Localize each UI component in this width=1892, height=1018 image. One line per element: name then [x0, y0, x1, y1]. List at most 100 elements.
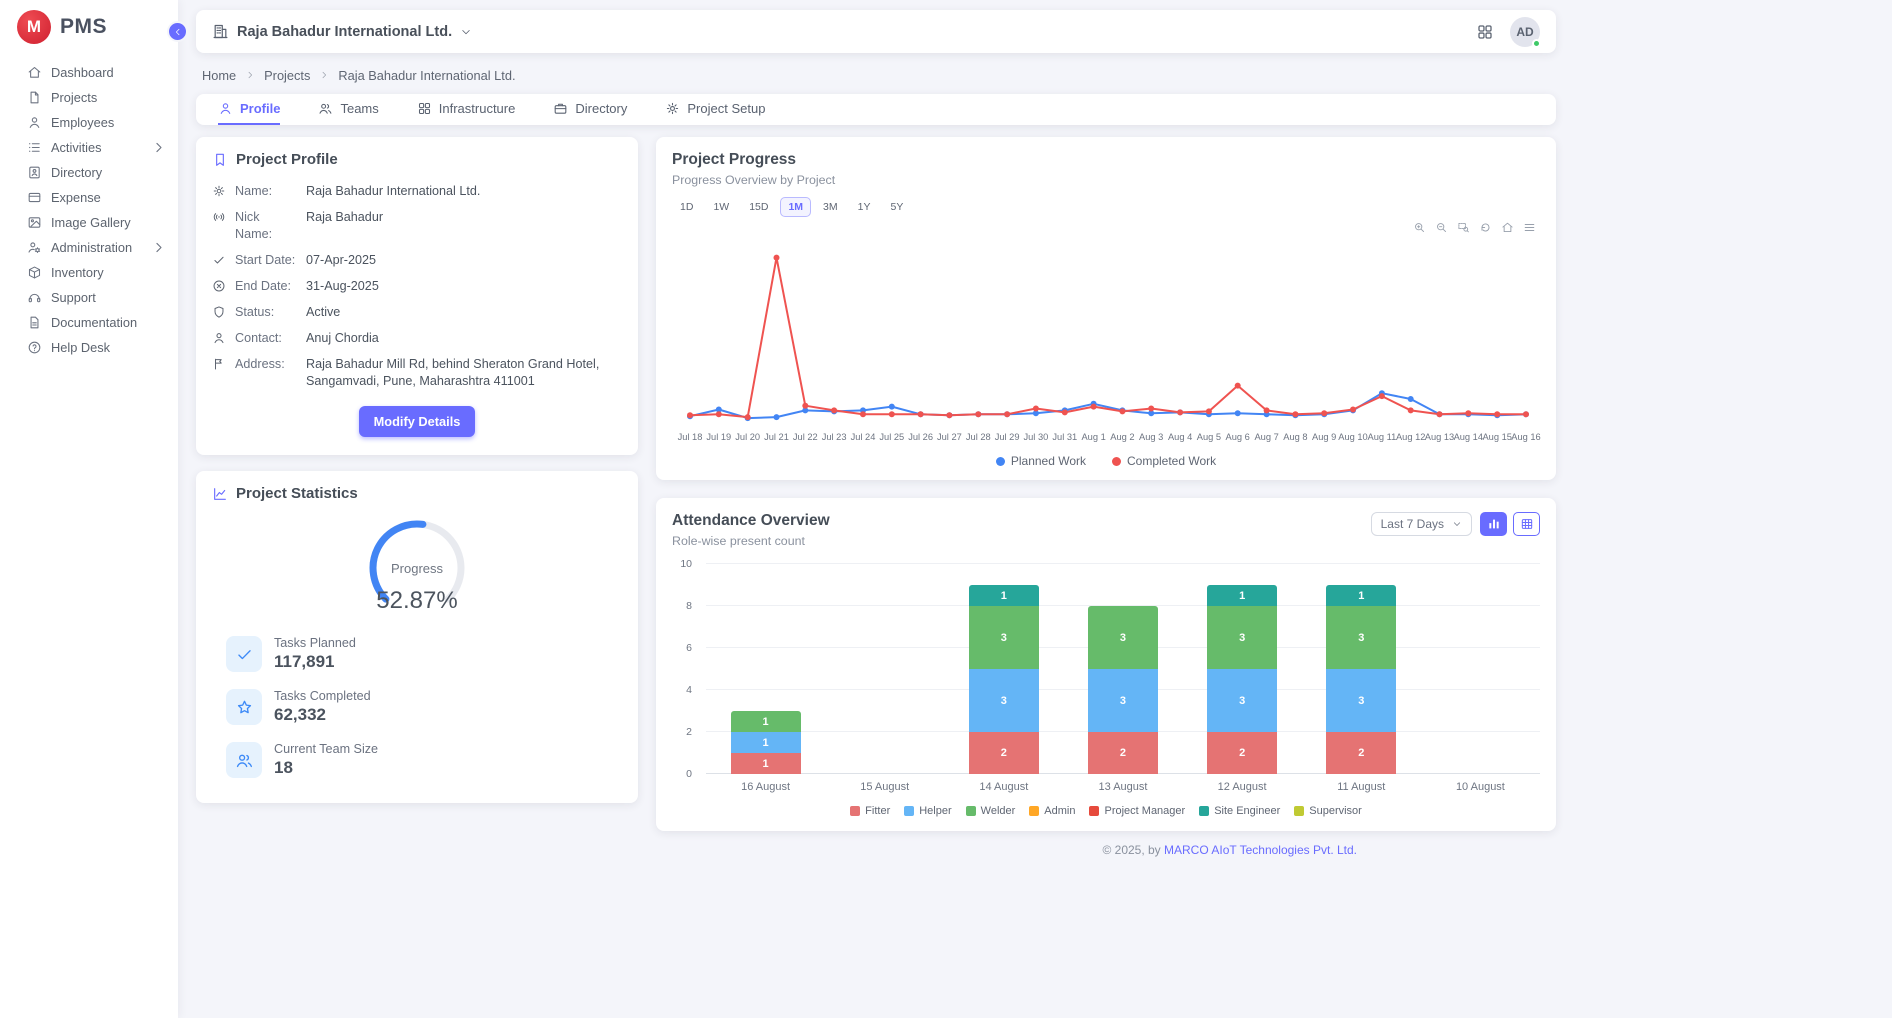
image-icon	[27, 215, 42, 230]
breadcrumb-item-projects[interactable]: Projects	[264, 68, 310, 83]
sidebar-item-help-desk[interactable]: Help Desk	[0, 335, 178, 360]
sidebar-item-image-gallery[interactable]: Image Gallery	[0, 210, 178, 235]
y-axis-label: 4	[686, 684, 692, 696]
legend-item-welder[interactable]: Welder	[966, 805, 1016, 817]
apps-grid-icon[interactable]	[1476, 23, 1494, 41]
legend-item-planned-work[interactable]: Planned Work	[996, 454, 1086, 468]
stacked-bar[interactable]: 2331	[1326, 585, 1396, 774]
x-axis-label: 15 August	[825, 781, 944, 793]
footer-text: © 2025, by	[1102, 843, 1164, 857]
contact-icon	[27, 165, 42, 180]
user-avatar[interactable]: AD	[1510, 17, 1540, 47]
footer-link[interactable]: MARCO AIoT Technologies Pvt. Ltd.	[1164, 843, 1357, 857]
bar-segment-welder: 3	[1088, 606, 1158, 669]
restore-icon[interactable]	[1479, 221, 1492, 234]
tab-profile[interactable]: Profile	[218, 94, 280, 125]
stacked-bar[interactable]: 233	[1088, 606, 1158, 774]
chart-legend: Planned Work Completed Work	[672, 454, 1540, 468]
card-title: Attendance Overview	[672, 512, 830, 530]
tab-label: Project Setup	[687, 101, 765, 116]
legend-item-fitter[interactable]: Fitter	[850, 805, 890, 817]
stat-icon-tile	[226, 636, 262, 672]
range-button-1m[interactable]: 1M	[780, 197, 811, 217]
sidebar-item-employees[interactable]: Employees	[0, 110, 178, 135]
bar-value-label: 1	[1001, 590, 1007, 602]
tab-teams[interactable]: Teams	[318, 94, 378, 125]
range-button-3m[interactable]: 3M	[815, 197, 846, 217]
legend-item-helper[interactable]: Helper	[904, 805, 951, 817]
project-progress-card: Project Progress Progress Overview by Pr…	[656, 137, 1556, 480]
sidebar-item-dashboard[interactable]: Dashboard	[0, 60, 178, 85]
breadcrumb-item-home[interactable]: Home	[202, 68, 236, 83]
sidebar-item-documentation[interactable]: Documentation	[0, 310, 178, 335]
range-button-1y[interactable]: 1Y	[850, 197, 879, 217]
sidebar-item-administration[interactable]: Administration	[0, 235, 178, 260]
sidebar-item-label: Documentation	[51, 315, 137, 330]
sidebar-item-projects[interactable]: Projects	[0, 85, 178, 110]
sidebar-item-inventory[interactable]: Inventory	[0, 260, 178, 285]
stacked-bar[interactable]: 2331	[1207, 585, 1277, 774]
user-icon	[218, 101, 233, 116]
legend-marker	[1089, 806, 1099, 816]
bar-value-label: 2	[1239, 747, 1245, 759]
project-statistics-card: Project Statistics Progress 52.87% Tasks…	[196, 471, 638, 803]
home-icon[interactable]	[1501, 221, 1514, 234]
legend-item-admin[interactable]: Admin	[1029, 805, 1075, 817]
box-zoom-icon[interactable]	[1457, 221, 1470, 234]
gauge-value: 52.87%	[376, 587, 457, 614]
sidebar-item-expense[interactable]: Expense	[0, 185, 178, 210]
brand[interactable]: M PMS	[0, 0, 178, 54]
legend-item-project-manager[interactable]: Project Manager	[1089, 805, 1185, 817]
tab-project-setup[interactable]: Project Setup	[665, 94, 765, 125]
stacked-bar[interactable]: 2331	[969, 585, 1039, 774]
zoom-in-icon[interactable]	[1413, 221, 1426, 234]
sidebar-item-directory[interactable]: Directory	[0, 160, 178, 185]
bar-value-label: 2	[1120, 747, 1126, 759]
profile-field-start-date: Start Date:07-Apr-2025	[212, 252, 622, 269]
x-axis-label: 10 August	[1421, 781, 1540, 793]
field-value: 07-Apr-2025	[306, 252, 376, 269]
legend-marker	[1294, 806, 1304, 816]
range-button-5y[interactable]: 5Y	[882, 197, 911, 217]
company-selector[interactable]: Raja Bahadur International Ltd.	[212, 23, 472, 40]
sidebar-item-label: Administration	[51, 240, 132, 255]
x-axis-label: Jul 29	[995, 432, 1020, 442]
attendance-bar-chart: 0246810 111233123323312331 16 August15 A…	[672, 564, 1540, 793]
tab-infrastructure[interactable]: Infrastructure	[417, 94, 516, 125]
bar-value-label: 3	[1001, 695, 1007, 707]
bar-value-label: 3	[1358, 695, 1364, 707]
range-button-1d[interactable]: 1D	[672, 197, 701, 217]
x-axis-label: Jul 20	[735, 432, 760, 442]
card-title: Project Statistics	[236, 485, 358, 502]
bar-plot-area: 111233123323312331	[706, 564, 1540, 774]
stat-label: Tasks Completed	[274, 689, 371, 703]
x-axis-label: 13 August	[1063, 781, 1182, 793]
menu-icon[interactable]	[1523, 221, 1536, 234]
stacked-bar[interactable]: 111	[731, 711, 801, 774]
flag-icon	[212, 357, 226, 371]
user-icon	[212, 331, 226, 345]
gauge-label: Progress	[391, 561, 444, 576]
tab-label: Teams	[340, 101, 378, 116]
range-button-15d[interactable]: 15D	[741, 197, 776, 217]
x-axis-label: Jul 27	[937, 432, 962, 442]
x-axis-label: Jul 28	[966, 432, 991, 442]
table-view-button[interactable]	[1513, 512, 1540, 536]
check-icon	[235, 645, 254, 664]
tab-directory[interactable]: Directory	[553, 94, 627, 125]
range-button-1w[interactable]: 1W	[705, 197, 737, 217]
legend-item-site-engineer[interactable]: Site Engineer	[1199, 805, 1280, 817]
sidebar-collapse-button[interactable]	[167, 21, 188, 42]
bar-value-label: 3	[1239, 695, 1245, 707]
sidebar-item-support[interactable]: Support	[0, 285, 178, 310]
modify-details-button[interactable]: Modify Details	[359, 406, 476, 437]
zoom-out-icon[interactable]	[1435, 221, 1448, 234]
bar-chart-icon	[1487, 517, 1501, 531]
date-range-select[interactable]: Last 7 Days	[1371, 512, 1472, 536]
x-axis-label: 16 August	[706, 781, 825, 793]
building-icon	[212, 23, 229, 40]
legend-item-supervisor[interactable]: Supervisor	[1294, 805, 1362, 817]
legend-item-completed-work[interactable]: Completed Work	[1112, 454, 1216, 468]
bar-chart-view-button[interactable]	[1480, 512, 1507, 536]
sidebar-item-activities[interactable]: Activities	[0, 135, 178, 160]
